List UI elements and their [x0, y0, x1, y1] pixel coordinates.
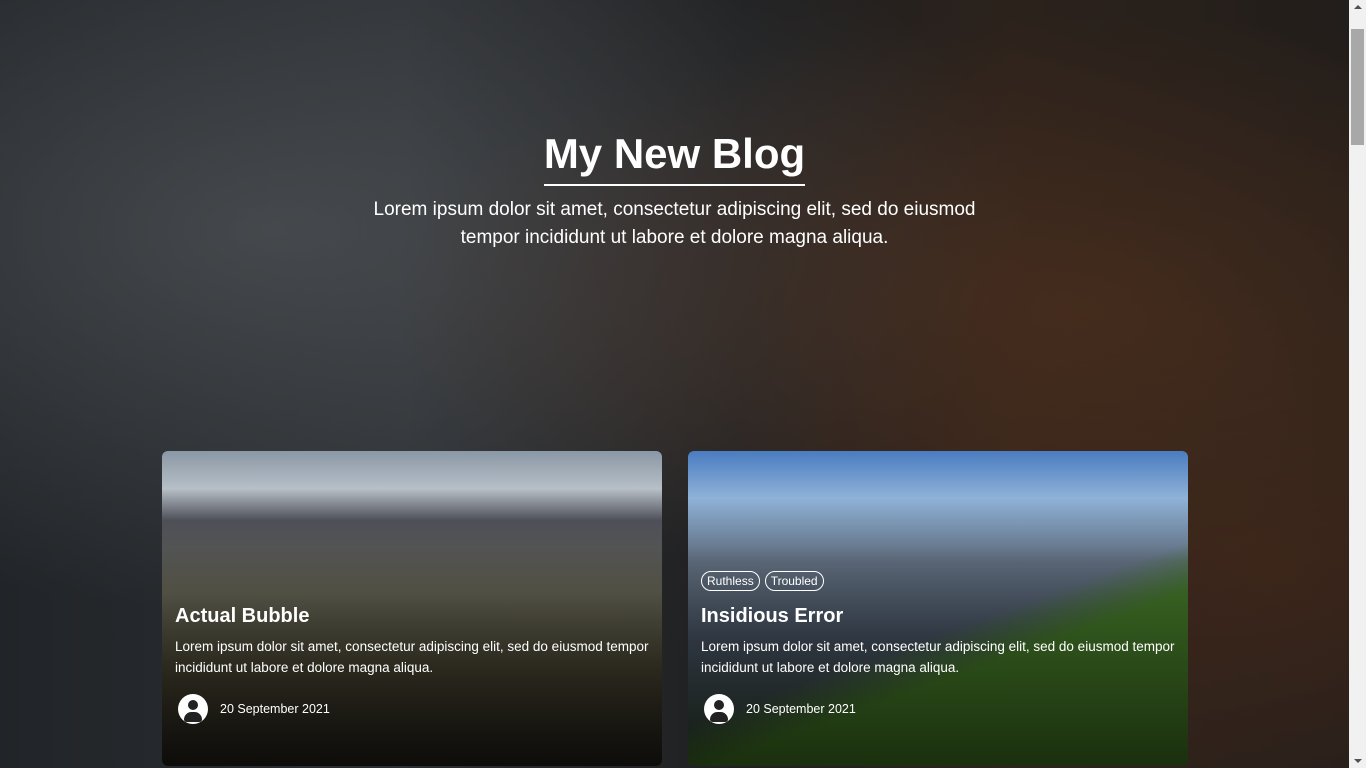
- avatar-icon: [178, 694, 208, 724]
- post-date: 20 September 2021: [220, 702, 330, 716]
- vertical-scrollbar[interactable]: [1349, 0, 1366, 768]
- post-title[interactable]: Insidious Error: [701, 605, 1175, 628]
- post-card[interactable]: Actual Bubble Lorem ipsum dolor sit amet…: [162, 451, 662, 766]
- post-date: 20 September 2021: [746, 702, 856, 716]
- post-excerpt: Lorem ipsum dolor sit amet, consectetur …: [701, 639, 1175, 675]
- scrollbar-thumb[interactable]: [1351, 29, 1364, 145]
- tag-troubled[interactable]: Troubled: [764, 571, 824, 591]
- scroll-up-arrow-icon[interactable]: [1354, 5, 1362, 9]
- page-title: My New Blog: [543, 130, 806, 186]
- blog-header: My New Blog Lorem ipsum dolor sit amet, …: [0, 130, 1349, 252]
- post-excerpt: Lorem ipsum dolor sit amet, consectetur …: [175, 639, 649, 675]
- post-card[interactable]: Ruthless Troubled Insidious Error Lorem …: [688, 451, 1188, 766]
- avatar-icon: [704, 694, 734, 724]
- post-title[interactable]: Actual Bubble: [175, 605, 649, 628]
- scroll-down-arrow-icon[interactable]: [1354, 759, 1362, 763]
- tag-ruthless[interactable]: Ruthless: [701, 571, 760, 591]
- page-subtitle: Lorem ipsum dolor sit amet, consectetur …: [373, 199, 976, 248]
